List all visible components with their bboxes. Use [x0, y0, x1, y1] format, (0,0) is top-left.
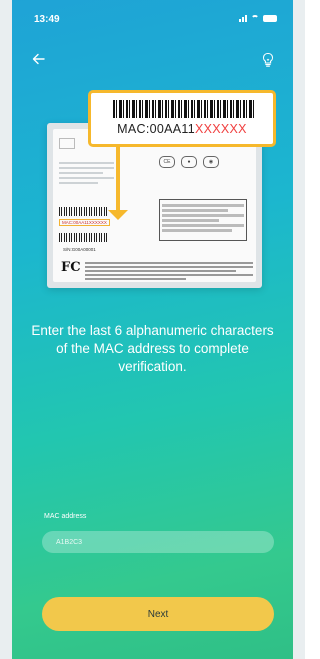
lightbulb-icon	[262, 52, 274, 67]
back-button[interactable]	[32, 52, 54, 70]
device-label-image: MAC:00AA11XXXXXX S/N:G00A00001 CE ● ◉ FC	[47, 123, 262, 288]
ce-icon: CE	[159, 156, 175, 168]
mac-suffix-highlight: XXXXXX	[194, 122, 247, 136]
mac-barcode	[113, 100, 255, 118]
cert-marks: CE ● ◉	[159, 156, 219, 168]
arrow-left-icon	[32, 53, 45, 65]
callout-pointer-tip	[108, 210, 128, 220]
status-time: 13:49	[34, 14, 60, 25]
mac-verification-screen: 13:49 MAC:00AA11XXXXXX S/N:G00A00001 CE …	[0, 0, 305, 659]
screen-content: 13:49 MAC:00AA11XXXXXX S/N:G00A00001 CE …	[12, 0, 293, 659]
battery-icon	[263, 15, 277, 22]
mac-callout: MAC:00AA11XXXXXX	[88, 90, 276, 147]
fcc-statement	[85, 260, 253, 282]
small-sn-text: S/N:G00A00001	[63, 247, 96, 252]
spec-box	[159, 199, 247, 241]
mac-address-label: MAC address	[44, 513, 87, 520]
small-barcode-sn	[59, 233, 107, 242]
device-label-sticker: MAC:00AA11XXXXXX S/N:G00A00001 CE ● ◉ FC	[53, 129, 256, 282]
mac-address-input[interactable]	[42, 531, 274, 553]
help-tip-button[interactable]	[261, 52, 279, 72]
small-barcode	[59, 207, 107, 216]
fcc-logo: FC	[61, 260, 81, 275]
status-bar: 13:49	[12, 10, 293, 30]
label-text-lines	[59, 159, 114, 187]
frame-edge-right	[293, 0, 305, 659]
callout-mac-text: MAC:00AA11XXXXXX	[91, 122, 273, 136]
signal-icon	[239, 15, 247, 22]
next-button[interactable]: Next	[42, 597, 274, 631]
mac-prefix: MAC:00AA11	[117, 122, 195, 136]
status-icons	[239, 14, 277, 22]
brand-logo	[59, 138, 75, 149]
instruction-text: Enter the last 6 alphanumeric characters…	[31, 323, 274, 374]
frame-edge-left	[0, 0, 12, 659]
cert-mark-icon: ◉	[203, 156, 219, 168]
cert-circle-icon: ●	[181, 156, 197, 168]
small-mac-text: MAC:00AA11XXXXXX	[59, 219, 110, 226]
callout-pointer	[116, 144, 120, 214]
wifi-icon	[251, 14, 259, 21]
